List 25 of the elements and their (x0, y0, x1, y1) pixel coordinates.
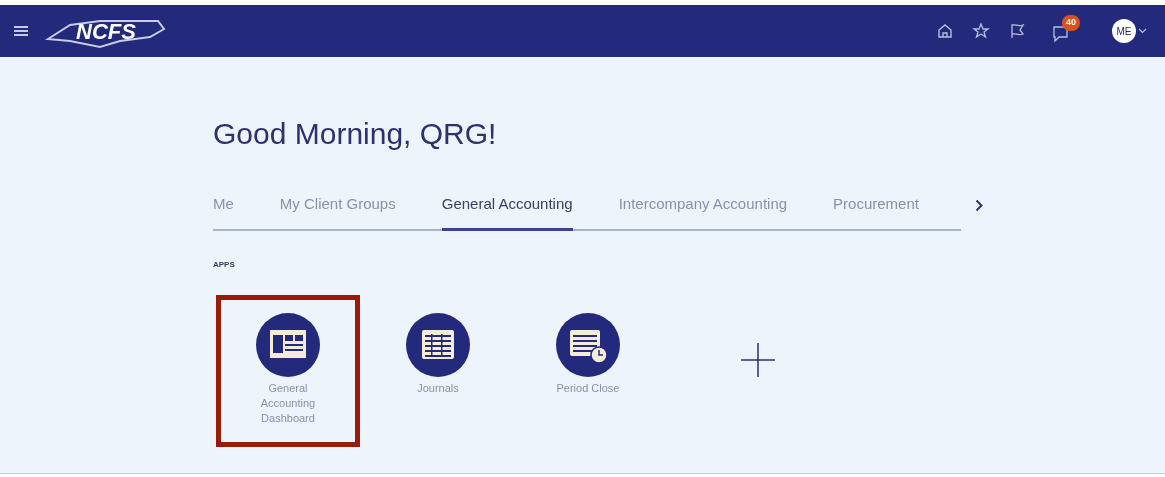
chevron-down-icon[interactable] (1138, 28, 1147, 34)
flag-icon[interactable] (1008, 22, 1026, 40)
table-icon (422, 329, 454, 359)
home-icon[interactable] (936, 22, 954, 40)
dashboard-icon (270, 329, 306, 358)
section-label: APPS (213, 258, 236, 271)
menu-icon[interactable] (14, 25, 28, 37)
avatar[interactable]: ME (1112, 19, 1136, 43)
app-tile[interactable]: General Accounting Dashboard (216, 294, 360, 447)
tab[interactable]: Me (213, 193, 234, 231)
add-icon[interactable] (741, 342, 775, 377)
tab[interactable]: Procurement (833, 193, 919, 231)
star-icon[interactable] (972, 22, 990, 40)
app-tile[interactable]: Period Close (516, 294, 660, 447)
app-label: General Accounting Dashboard (259, 380, 317, 426)
tab[interactable]: General Accounting (441, 193, 573, 231)
tab[interactable]: My Client Groups (279, 193, 396, 231)
table-clock-icon (570, 329, 608, 364)
app-label: Journals (416, 380, 460, 396)
app-tile[interactable]: Journals (366, 294, 510, 447)
notification-badge: 40 (1062, 15, 1080, 31)
app-label: Period Close (555, 380, 621, 396)
tab[interactable]: Intercompany Accounting (618, 193, 788, 231)
chevron-right-icon[interactable] (975, 199, 984, 213)
greeting: Good Morning, QRG! (213, 119, 498, 149)
